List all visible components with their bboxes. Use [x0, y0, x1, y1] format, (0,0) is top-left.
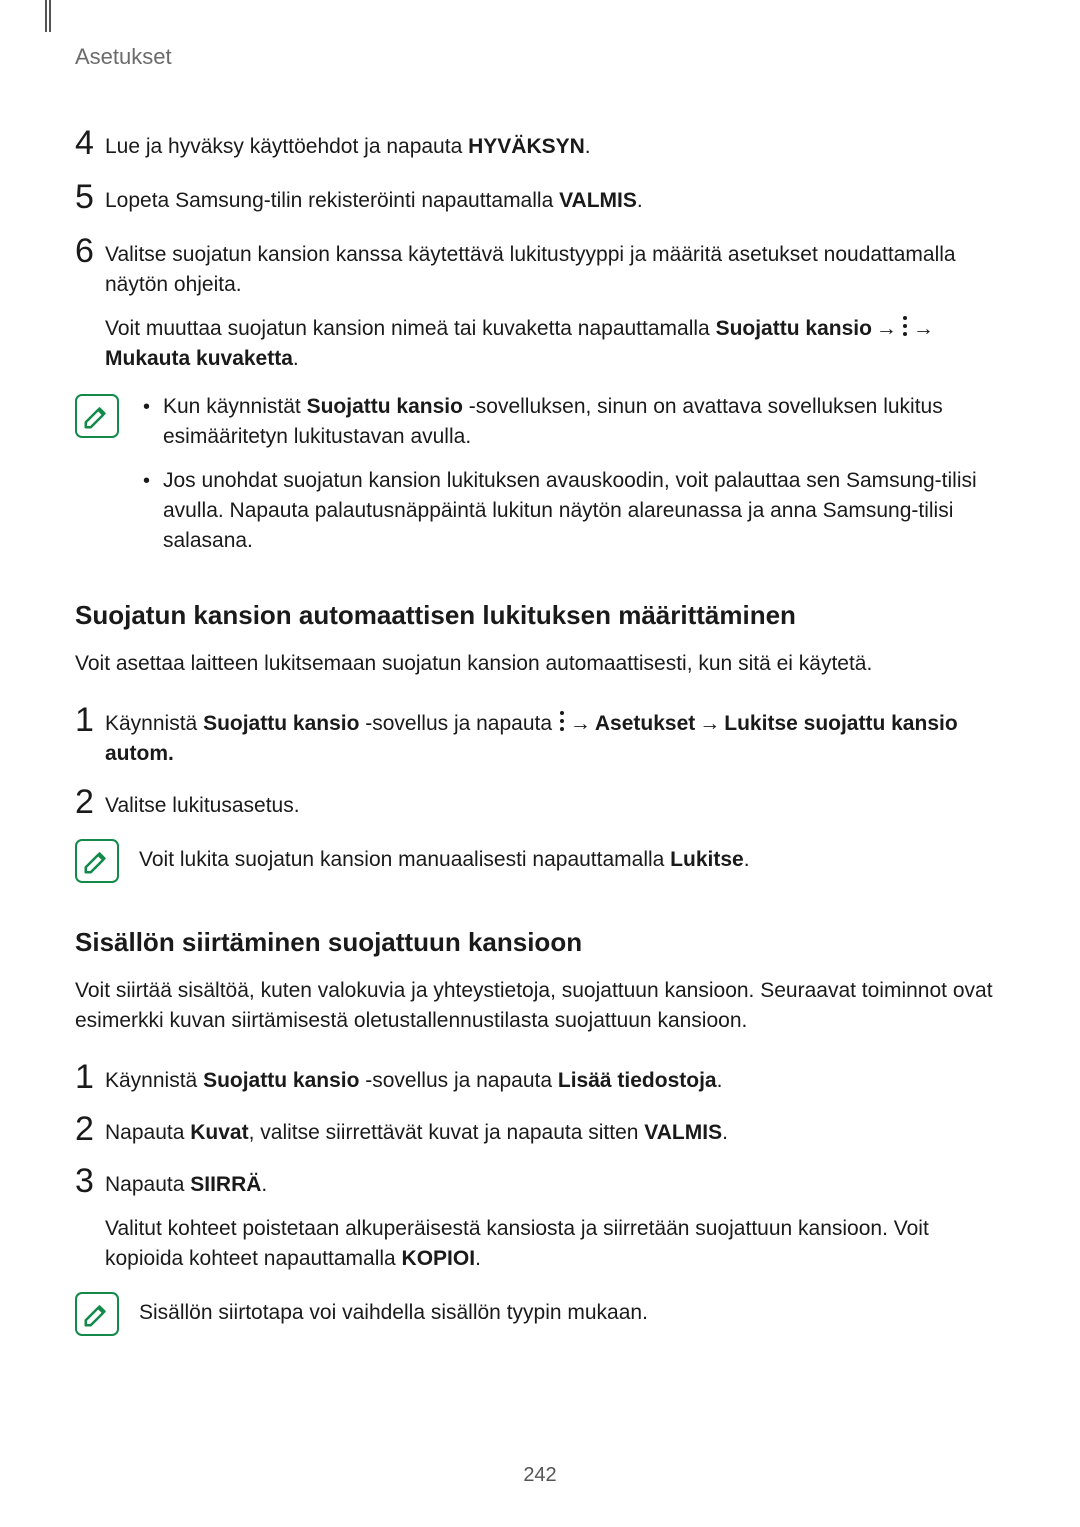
text: .	[717, 1069, 723, 1092]
bold-text: Asetukset	[595, 712, 695, 735]
step-body: Napauta SIIRRÄ. Valitut kohteet poisteta…	[105, 1164, 1005, 1274]
step-body: Napauta Kuvat, valitse siirrettävät kuva…	[105, 1112, 1005, 1148]
bold-text: Suojattu kansio	[203, 712, 359, 735]
text: Käynnistä	[105, 1069, 203, 1092]
step-2: 2 Valitse lukitusasetus.	[75, 785, 1005, 821]
text: .	[722, 1121, 728, 1144]
text: .	[585, 135, 591, 158]
step-body: Lopeta Samsung-tilin rekisteröinti napau…	[105, 180, 1005, 216]
lead-text: Voit asettaa laitteen lukitsemaan suojat…	[75, 649, 1005, 679]
step-1: 1 Käynnistä Suojattu kansio -sovellus ja…	[75, 1060, 1005, 1096]
step-body: Valitse lukitusasetus.	[105, 785, 1005, 821]
step-body: Käynnistä Suojattu kansio -sovellus ja n…	[105, 1060, 1005, 1096]
step-1: 1 Käynnistä Suojattu kansio -sovellus ja…	[75, 703, 1005, 769]
bold-text: HYVÄKSYN	[468, 135, 585, 158]
text: Lue ja hyväksy käyttöehdot ja napauta	[105, 135, 468, 158]
note-icon	[75, 1292, 119, 1336]
step-3: 3 Napauta SIIRRÄ. Valitut kohteet poiste…	[75, 1164, 1005, 1274]
text: Valitse lukitusasetus.	[105, 791, 1005, 821]
page-tab-mark	[45, 0, 51, 32]
text: Kun käynnistät	[163, 395, 307, 418]
page-number: 242	[0, 1464, 1080, 1487]
bold-text: VALMIS	[644, 1121, 722, 1144]
list-item: Jos unohdat suojatun kansion lukituksen …	[139, 466, 1005, 556]
text: .	[637, 189, 643, 212]
text: -sovellus ja napauta	[359, 1069, 557, 1092]
bold-text: Suojattu kansio	[307, 395, 463, 418]
step-number: 5	[75, 180, 105, 214]
bold-text: Lukitse	[670, 848, 744, 871]
step-body: Lue ja hyväksy käyttöehdot ja napauta HY…	[105, 126, 1005, 162]
bold-text: Suojattu kansio	[716, 317, 872, 340]
lead-text: Voit siirtää sisältöä, kuten valokuvia j…	[75, 976, 1005, 1036]
bold-text: Suojattu kansio	[203, 1069, 359, 1092]
text: .	[261, 1173, 267, 1196]
arrow: →	[872, 314, 901, 344]
step-number: 2	[75, 785, 105, 819]
text: .	[293, 347, 299, 370]
text: Napauta	[105, 1173, 190, 1196]
section-heading: Sisällön siirtäminen suojattuun kansioon	[75, 927, 1005, 958]
bold-text: KOPIOI	[402, 1247, 476, 1270]
text: Valitut kohteet poistetaan alkuperäisest…	[105, 1217, 929, 1270]
step-body: Käynnistä Suojattu kansio -sovellus ja n…	[105, 703, 1005, 769]
text: Voit lukita suojatun kansion manuaalises…	[139, 848, 670, 871]
list-item: Kun käynnistät Suojattu kansio -sovelluk…	[139, 392, 1005, 452]
text: Käynnistä	[105, 712, 203, 735]
text: Napauta	[105, 1121, 190, 1144]
step-body: Valitse suojatun kansion kanssa käytettä…	[105, 234, 1005, 374]
step-number: 1	[75, 1060, 105, 1094]
bold-text: VALMIS	[559, 189, 637, 212]
header-title: Asetukset	[75, 44, 1005, 70]
text: .	[744, 848, 750, 871]
text: Lopeta Samsung-tilin rekisteröinti napau…	[105, 189, 559, 212]
arrow: →	[909, 314, 938, 344]
step-4: 4 Lue ja hyväksy käyttöehdot ja napauta …	[75, 126, 1005, 162]
step-number: 2	[75, 1112, 105, 1146]
bold-text: Kuvat	[190, 1121, 248, 1144]
arrow: →	[566, 709, 595, 739]
step-number: 3	[75, 1164, 105, 1198]
bold-text: Lisää tiedostoja	[558, 1069, 717, 1092]
note-body: Voit lukita suojatun kansion manuaalises…	[139, 837, 1005, 875]
text: -sovellus ja napauta	[359, 712, 557, 735]
step-number: 4	[75, 126, 105, 160]
text: Valitse suojatun kansion kanssa käytettä…	[105, 240, 1005, 300]
note-block: Kun käynnistät Suojattu kansio -sovelluk…	[75, 392, 1005, 556]
bold-text: SIIRRÄ	[190, 1173, 261, 1196]
more-options-icon	[558, 710, 566, 732]
note-body: Sisällön siirtotapa voi vaihdella sisäll…	[139, 1290, 1005, 1328]
step-5: 5 Lopeta Samsung-tilin rekisteröinti nap…	[75, 180, 1005, 216]
text: Voit muuttaa suojatun kansion nimeä tai …	[105, 317, 716, 340]
bold-text: Mukauta kuvaketta	[105, 347, 293, 370]
note-icon	[75, 394, 119, 438]
note-body: Kun käynnistät Suojattu kansio -sovelluk…	[139, 392, 1005, 556]
note-block: Sisällön siirtotapa voi vaihdella sisäll…	[75, 1290, 1005, 1336]
text: , valitse siirrettävät kuvat ja napauta …	[249, 1121, 645, 1144]
document-page: Asetukset 4 Lue ja hyväksy käyttöehdot j…	[0, 0, 1080, 1527]
note-icon	[75, 839, 119, 883]
step-number: 6	[75, 234, 105, 268]
section-heading: Suojatun kansion automaattisen lukitukse…	[75, 600, 1005, 631]
step-2: 2 Napauta Kuvat, valitse siirrettävät ku…	[75, 1112, 1005, 1148]
step-number: 1	[75, 703, 105, 737]
text: .	[475, 1247, 481, 1270]
arrow: →	[695, 709, 724, 739]
step-6: 6 Valitse suojatun kansion kanssa käytet…	[75, 234, 1005, 374]
more-options-icon	[901, 315, 909, 337]
note-block: Voit lukita suojatun kansion manuaalises…	[75, 837, 1005, 883]
